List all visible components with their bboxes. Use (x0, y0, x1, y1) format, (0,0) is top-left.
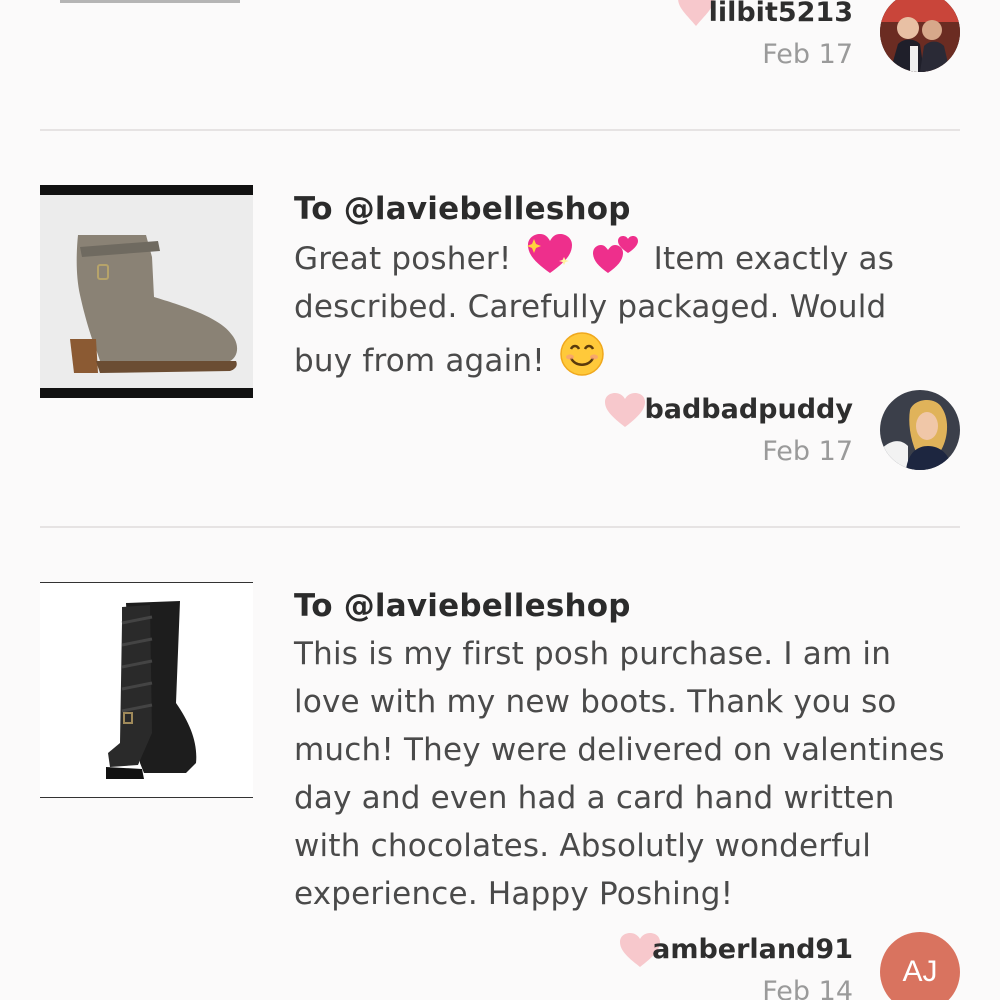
username[interactable]: amberland91 (652, 933, 853, 967)
review-text: This is my first posh purchase. I am in … (294, 636, 945, 912)
review-item: lilbit5213 Feb 17 (0, 0, 1000, 130)
tall-riding-boot-icon (40, 583, 253, 795)
product-image[interactable] (60, 0, 240, 3)
divider (40, 526, 960, 528)
product-image-tall-boot[interactable] (40, 582, 253, 798)
review-date: Feb 14 (762, 976, 853, 1000)
sparkling-heart-icon (526, 234, 572, 273)
product-image-ankle-boot[interactable] (40, 185, 253, 398)
review-meta: lilbit5213 Feb 17 (709, 0, 853, 72)
reviews-feed: lilbit5213 Feb 17 To @laviebelleshop Gre… (0, 0, 1000, 1000)
two-hearts-icon (592, 236, 638, 273)
review-recipient[interactable]: To @laviebelleshop (294, 185, 954, 233)
review-meta: badbadpuddy Feb 17 (644, 393, 853, 469)
username[interactable]: lilbit5213 (709, 0, 853, 30)
smiling-face-icon (560, 332, 604, 376)
ankle-boot-icon (40, 185, 253, 398)
username[interactable]: badbadpuddy (644, 393, 853, 427)
review-text-part: Great posher! (294, 241, 512, 277)
review-meta: amberland91 Feb 14 (652, 933, 853, 1000)
avatar[interactable]: AJ (880, 932, 960, 1000)
review-date: Feb 17 (762, 39, 853, 70)
review-recipient[interactable]: To @laviebelleshop (294, 582, 954, 630)
review-body: To @laviebelleshop This is my first posh… (294, 582, 954, 918)
avatar[interactable] (880, 390, 960, 470)
review-body: To @laviebelleshop Great posher! Item ex… (294, 185, 954, 385)
review-date: Feb 17 (762, 436, 853, 467)
divider (40, 129, 960, 131)
avatar[interactable] (880, 0, 960, 72)
like-heart-icon[interactable] (604, 392, 646, 428)
